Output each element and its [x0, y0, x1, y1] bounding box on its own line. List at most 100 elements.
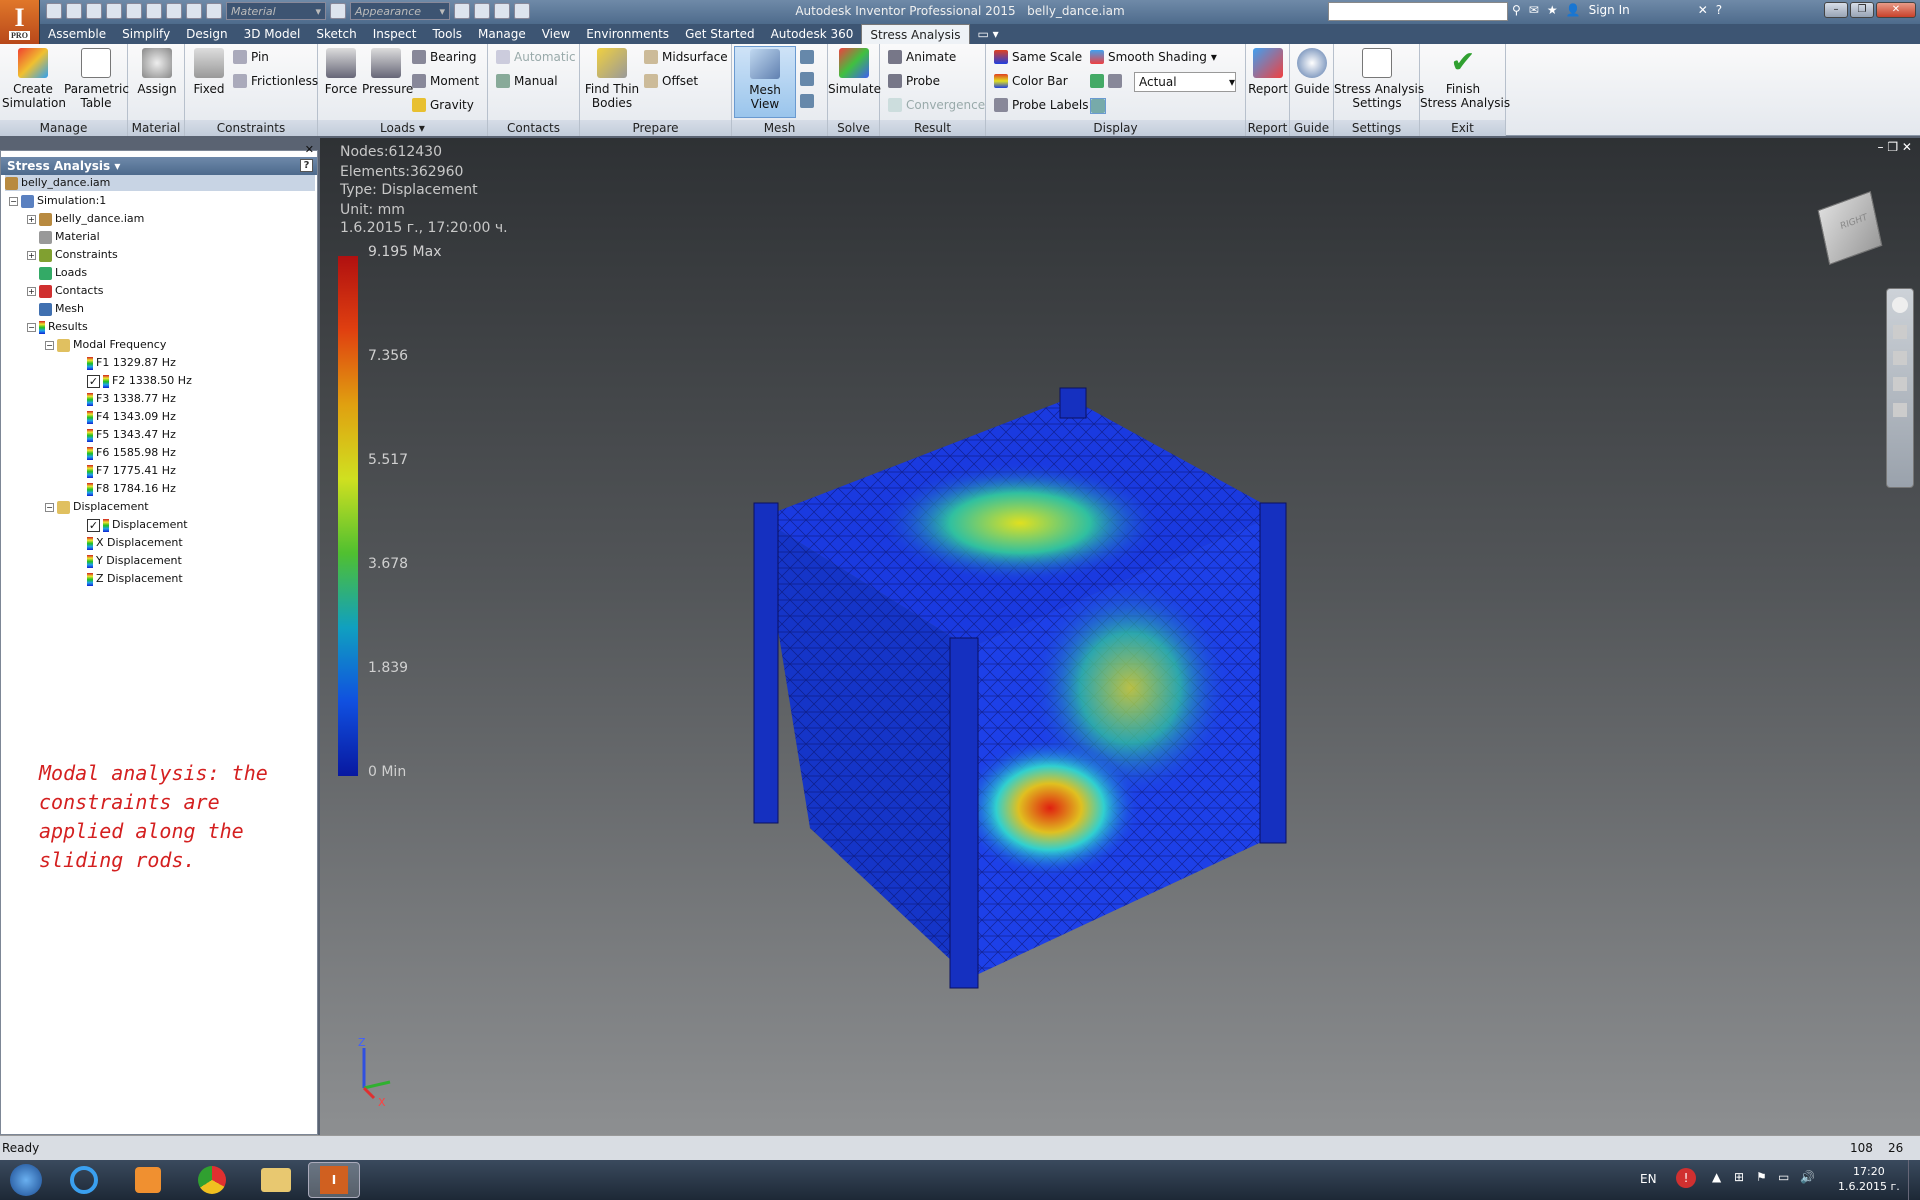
- color-bar-button[interactable]: Color Bar: [994, 74, 1068, 88]
- visibility-checkbox[interactable]: ✓: [87, 518, 100, 532]
- tree-displacement-item[interactable]: ✓ Displacement: [87, 517, 188, 533]
- application-menu-button[interactable]: I PRO: [0, 0, 40, 44]
- tab-assemble[interactable]: Assemble: [40, 24, 114, 44]
- taskbar-explorer[interactable]: [250, 1162, 302, 1198]
- create-simulation-button[interactable]: Create Simulation: [2, 46, 66, 110]
- browser-header[interactable]: Stress Analysis ▾?: [1, 157, 317, 175]
- frictionless-button[interactable]: Frictionless: [233, 74, 318, 88]
- tab-get-started[interactable]: Get Started: [677, 24, 763, 44]
- tree-frequency-item[interactable]: F6 1585.98 Hz: [87, 445, 176, 461]
- tab-design[interactable]: Design: [178, 24, 235, 44]
- taskbar-media-player[interactable]: [122, 1162, 174, 1198]
- new-icon[interactable]: [46, 3, 62, 19]
- mesh-view-button[interactable]: Mesh View: [734, 46, 796, 118]
- mesh-settings-button[interactable]: [800, 50, 814, 64]
- boundary-conditions-button[interactable]: [1090, 74, 1104, 88]
- tree-displacement-folder[interactable]: − Displacement: [45, 499, 149, 515]
- taskbar-ie[interactable]: [58, 1162, 110, 1198]
- adjust-icon[interactable]: [474, 3, 490, 19]
- save-icon[interactable]: [86, 3, 102, 19]
- gravity-button[interactable]: Gravity: [412, 98, 474, 112]
- favorites-icon[interactable]: ★: [1547, 3, 1558, 17]
- appearance-icon[interactable]: [330, 3, 346, 19]
- tree-constraints[interactable]: + Constraints: [27, 247, 118, 263]
- communication-icon[interactable]: ✉: [1529, 3, 1539, 17]
- graphics-viewport[interactable]: Nodes:612430 Elements:362960 Type: Displ…: [320, 138, 1920, 1135]
- guide-button[interactable]: Guide: [1290, 46, 1334, 96]
- finish-stress-analysis-button[interactable]: ✔ Finish Stress Analysis: [1420, 46, 1510, 111]
- tab-inspect[interactable]: Inspect: [365, 24, 425, 44]
- tree-displacement-item[interactable]: Y Displacement: [87, 553, 182, 569]
- pressure-button[interactable]: Pressure: [362, 46, 413, 96]
- parametric-table-button[interactable]: Parametric Table: [64, 46, 129, 110]
- tree-frequency-item[interactable]: F5 1343.47 Hz: [87, 427, 176, 443]
- look-at-icon[interactable]: [1893, 403, 1907, 417]
- clock[interactable]: 17:20 1.6.2015 г.: [1838, 1164, 1900, 1194]
- browser-close-icon[interactable]: ✕: [305, 143, 314, 156]
- search-input[interactable]: [1328, 2, 1508, 21]
- shading-select[interactable]: Smooth Shading ▾: [1090, 50, 1217, 64]
- open-icon[interactable]: [66, 3, 82, 19]
- sign-in-link[interactable]: Sign In: [1589, 3, 1630, 17]
- expand-icon[interactable]: +: [27, 286, 36, 296]
- taskbar-inventor[interactable]: I: [308, 1162, 360, 1198]
- manual-button[interactable]: Manual: [496, 74, 558, 88]
- tree-modal-frequency[interactable]: − Modal Frequency: [45, 337, 166, 353]
- collapse-icon[interactable]: −: [9, 196, 18, 206]
- expand-icon[interactable]: +: [27, 250, 36, 260]
- redo-icon[interactable]: [126, 3, 142, 19]
- panel-label-loads[interactable]: Loads ▾: [318, 120, 487, 136]
- assign-button[interactable]: Assign: [132, 46, 182, 96]
- tab-sketch[interactable]: Sketch: [308, 24, 364, 44]
- tab-environments[interactable]: Environments: [578, 24, 677, 44]
- browser-help-icon[interactable]: ?: [300, 159, 313, 172]
- tab-view[interactable]: View: [534, 24, 578, 44]
- pan-icon[interactable]: [1893, 325, 1907, 339]
- start-button[interactable]: [0, 1162, 52, 1198]
- find-thin-bodies-button[interactable]: Find Thin Bodies: [582, 46, 642, 110]
- force-button[interactable]: Force: [320, 46, 362, 96]
- tree-frequency-item[interactable]: F7 1775.41 Hz: [87, 463, 176, 479]
- binoculars-icon[interactable]: ⚲: [1512, 3, 1521, 17]
- user-icon[interactable]: 👤: [1566, 3, 1581, 17]
- ribbon-options-icon[interactable]: ▭ ▾: [970, 24, 1007, 44]
- tree-frequency-item[interactable]: F1 1329.87 Hz: [87, 355, 176, 371]
- taskbar-chrome[interactable]: [186, 1162, 238, 1198]
- plus-icon[interactable]: [514, 3, 530, 19]
- collapse-icon[interactable]: −: [45, 502, 54, 512]
- moment-button[interactable]: Moment: [412, 74, 479, 88]
- convergence-settings-button[interactable]: [800, 94, 814, 108]
- close-button[interactable]: ✕: [1876, 2, 1916, 18]
- minimize-button[interactable]: –: [1824, 2, 1848, 18]
- show-hidden-icons[interactable]: ▲: [1712, 1170, 1721, 1184]
- show-desktop-button[interactable]: [1908, 1160, 1920, 1200]
- tab-simplify[interactable]: Simplify: [114, 24, 178, 44]
- tree-frequency-item[interactable]: ✓ F2 1338.50 Hz: [87, 373, 192, 389]
- tree-frequency-item[interactable]: F3 1338.77 Hz: [87, 391, 176, 407]
- help-icon[interactable]: ?: [1716, 3, 1722, 17]
- return-icon[interactable]: [166, 3, 182, 19]
- probe-labels-button[interactable]: Probe Labels: [994, 98, 1088, 112]
- tree-contacts[interactable]: + Contacts: [27, 283, 104, 299]
- automatic-button[interactable]: Automatic: [496, 50, 576, 64]
- animate-button[interactable]: Animate: [888, 50, 956, 64]
- tree-assembly[interactable]: + belly_dance.iam: [27, 211, 144, 227]
- tree-displacement-item[interactable]: X Displacement: [87, 535, 183, 551]
- viewport-window-controls[interactable]: – ❐ ✕: [1878, 140, 1912, 154]
- orbit-icon[interactable]: [1893, 377, 1907, 391]
- steering-wheel-icon[interactable]: [1892, 297, 1908, 313]
- tree-frequency-item[interactable]: F4 1343.09 Hz: [87, 409, 176, 425]
- offset-button[interactable]: Offset: [644, 74, 698, 88]
- local-mesh-button[interactable]: [800, 72, 814, 86]
- collapse-icon[interactable]: −: [27, 322, 36, 332]
- report-button[interactable]: Report: [1246, 46, 1290, 96]
- collapse-icon[interactable]: −: [45, 340, 54, 350]
- network-icon[interactable]: ▭: [1778, 1170, 1789, 1184]
- pin-button[interactable]: Pin: [233, 50, 269, 64]
- action-center-icon[interactable]: ⚑: [1756, 1170, 1767, 1184]
- tab-autodesk-360[interactable]: Autodesk 360: [763, 24, 862, 44]
- tree-displacement-item[interactable]: Z Displacement: [87, 571, 183, 587]
- restore-button[interactable]: ❐: [1850, 2, 1874, 18]
- material-combo[interactable]: Material ▾: [226, 2, 326, 20]
- zoom-icon[interactable]: [1893, 351, 1907, 365]
